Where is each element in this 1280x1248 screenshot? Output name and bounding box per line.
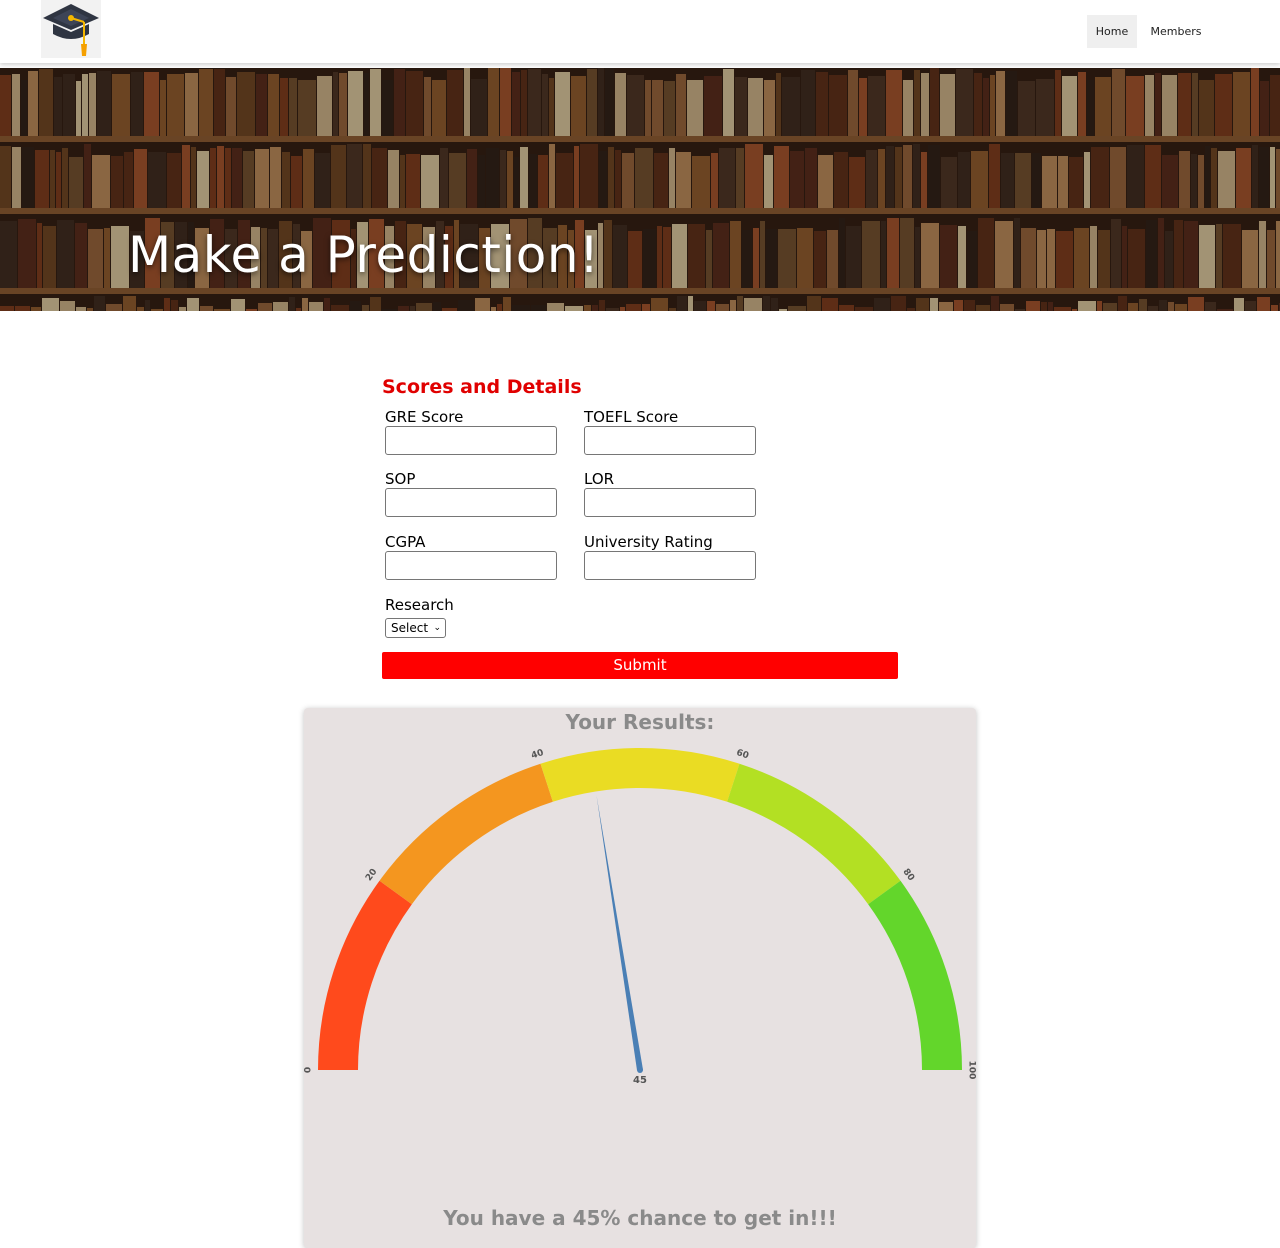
university-rating-input[interactable] bbox=[584, 551, 756, 580]
chevron-down-icon: ⌄ bbox=[433, 623, 441, 633]
graduation-cap-icon[interactable] bbox=[41, 0, 101, 58]
hero-banner: Make a Prediction! bbox=[0, 68, 1280, 311]
sop-label: SOP bbox=[385, 470, 416, 488]
toefl-score-input[interactable] bbox=[584, 426, 756, 455]
results-card: Your Results: 0 20 40 60 80 100 45 You have a … bbox=[304, 708, 976, 1248]
gauge-needle-hub bbox=[637, 1067, 643, 1073]
cgpa-input[interactable] bbox=[385, 551, 557, 580]
cgpa-label: CGPA bbox=[385, 533, 426, 551]
top-navbar: Home Members bbox=[0, 0, 1280, 63]
nav-members-link[interactable]: Members bbox=[1143, 15, 1209, 48]
results-message: You have a 45% chance to get in!!! bbox=[443, 1206, 837, 1230]
gauge-band-1 bbox=[379, 763, 553, 905]
lor-input[interactable] bbox=[584, 488, 756, 517]
gre-score-input[interactable] bbox=[385, 426, 557, 455]
gauge-tick-label: 0 bbox=[304, 1067, 314, 1073]
gauge-tick-label: 20 bbox=[364, 867, 379, 883]
gre-score-label: GRE Score bbox=[385, 408, 464, 426]
gauge-band-4 bbox=[868, 880, 962, 1070]
form-heading: Scores and Details bbox=[382, 376, 582, 398]
probability-gauge: 0 20 40 60 80 100 45 bbox=[304, 748, 977, 1086]
research-select[interactable]: Select ⌄ bbox=[385, 618, 446, 638]
gauge-tick-label: 100 bbox=[967, 1061, 977, 1080]
gauge-needle bbox=[596, 795, 643, 1071]
gauge-tick-label: 40 bbox=[530, 748, 545, 761]
page-title: Make a Prediction! bbox=[128, 226, 600, 284]
sop-input[interactable] bbox=[385, 488, 557, 517]
gauge-tick-label: 60 bbox=[735, 748, 750, 761]
research-label: Research bbox=[385, 596, 454, 614]
gauge-tick-label: 80 bbox=[900, 867, 915, 883]
toefl-score-label: TOEFL Score bbox=[584, 408, 679, 426]
nav-home-link[interactable]: Home bbox=[1087, 15, 1137, 48]
lor-label: LOR bbox=[584, 470, 615, 488]
gauge-band-0 bbox=[318, 880, 412, 1070]
university-rating-label: University Rating bbox=[584, 533, 713, 551]
gauge-band-2 bbox=[540, 748, 740, 802]
gauge-value-label: 45 bbox=[633, 1075, 647, 1086]
submit-button[interactable]: Submit bbox=[382, 652, 898, 679]
gauge-band-3 bbox=[727, 763, 901, 905]
research-select-value: Select bbox=[391, 621, 429, 635]
